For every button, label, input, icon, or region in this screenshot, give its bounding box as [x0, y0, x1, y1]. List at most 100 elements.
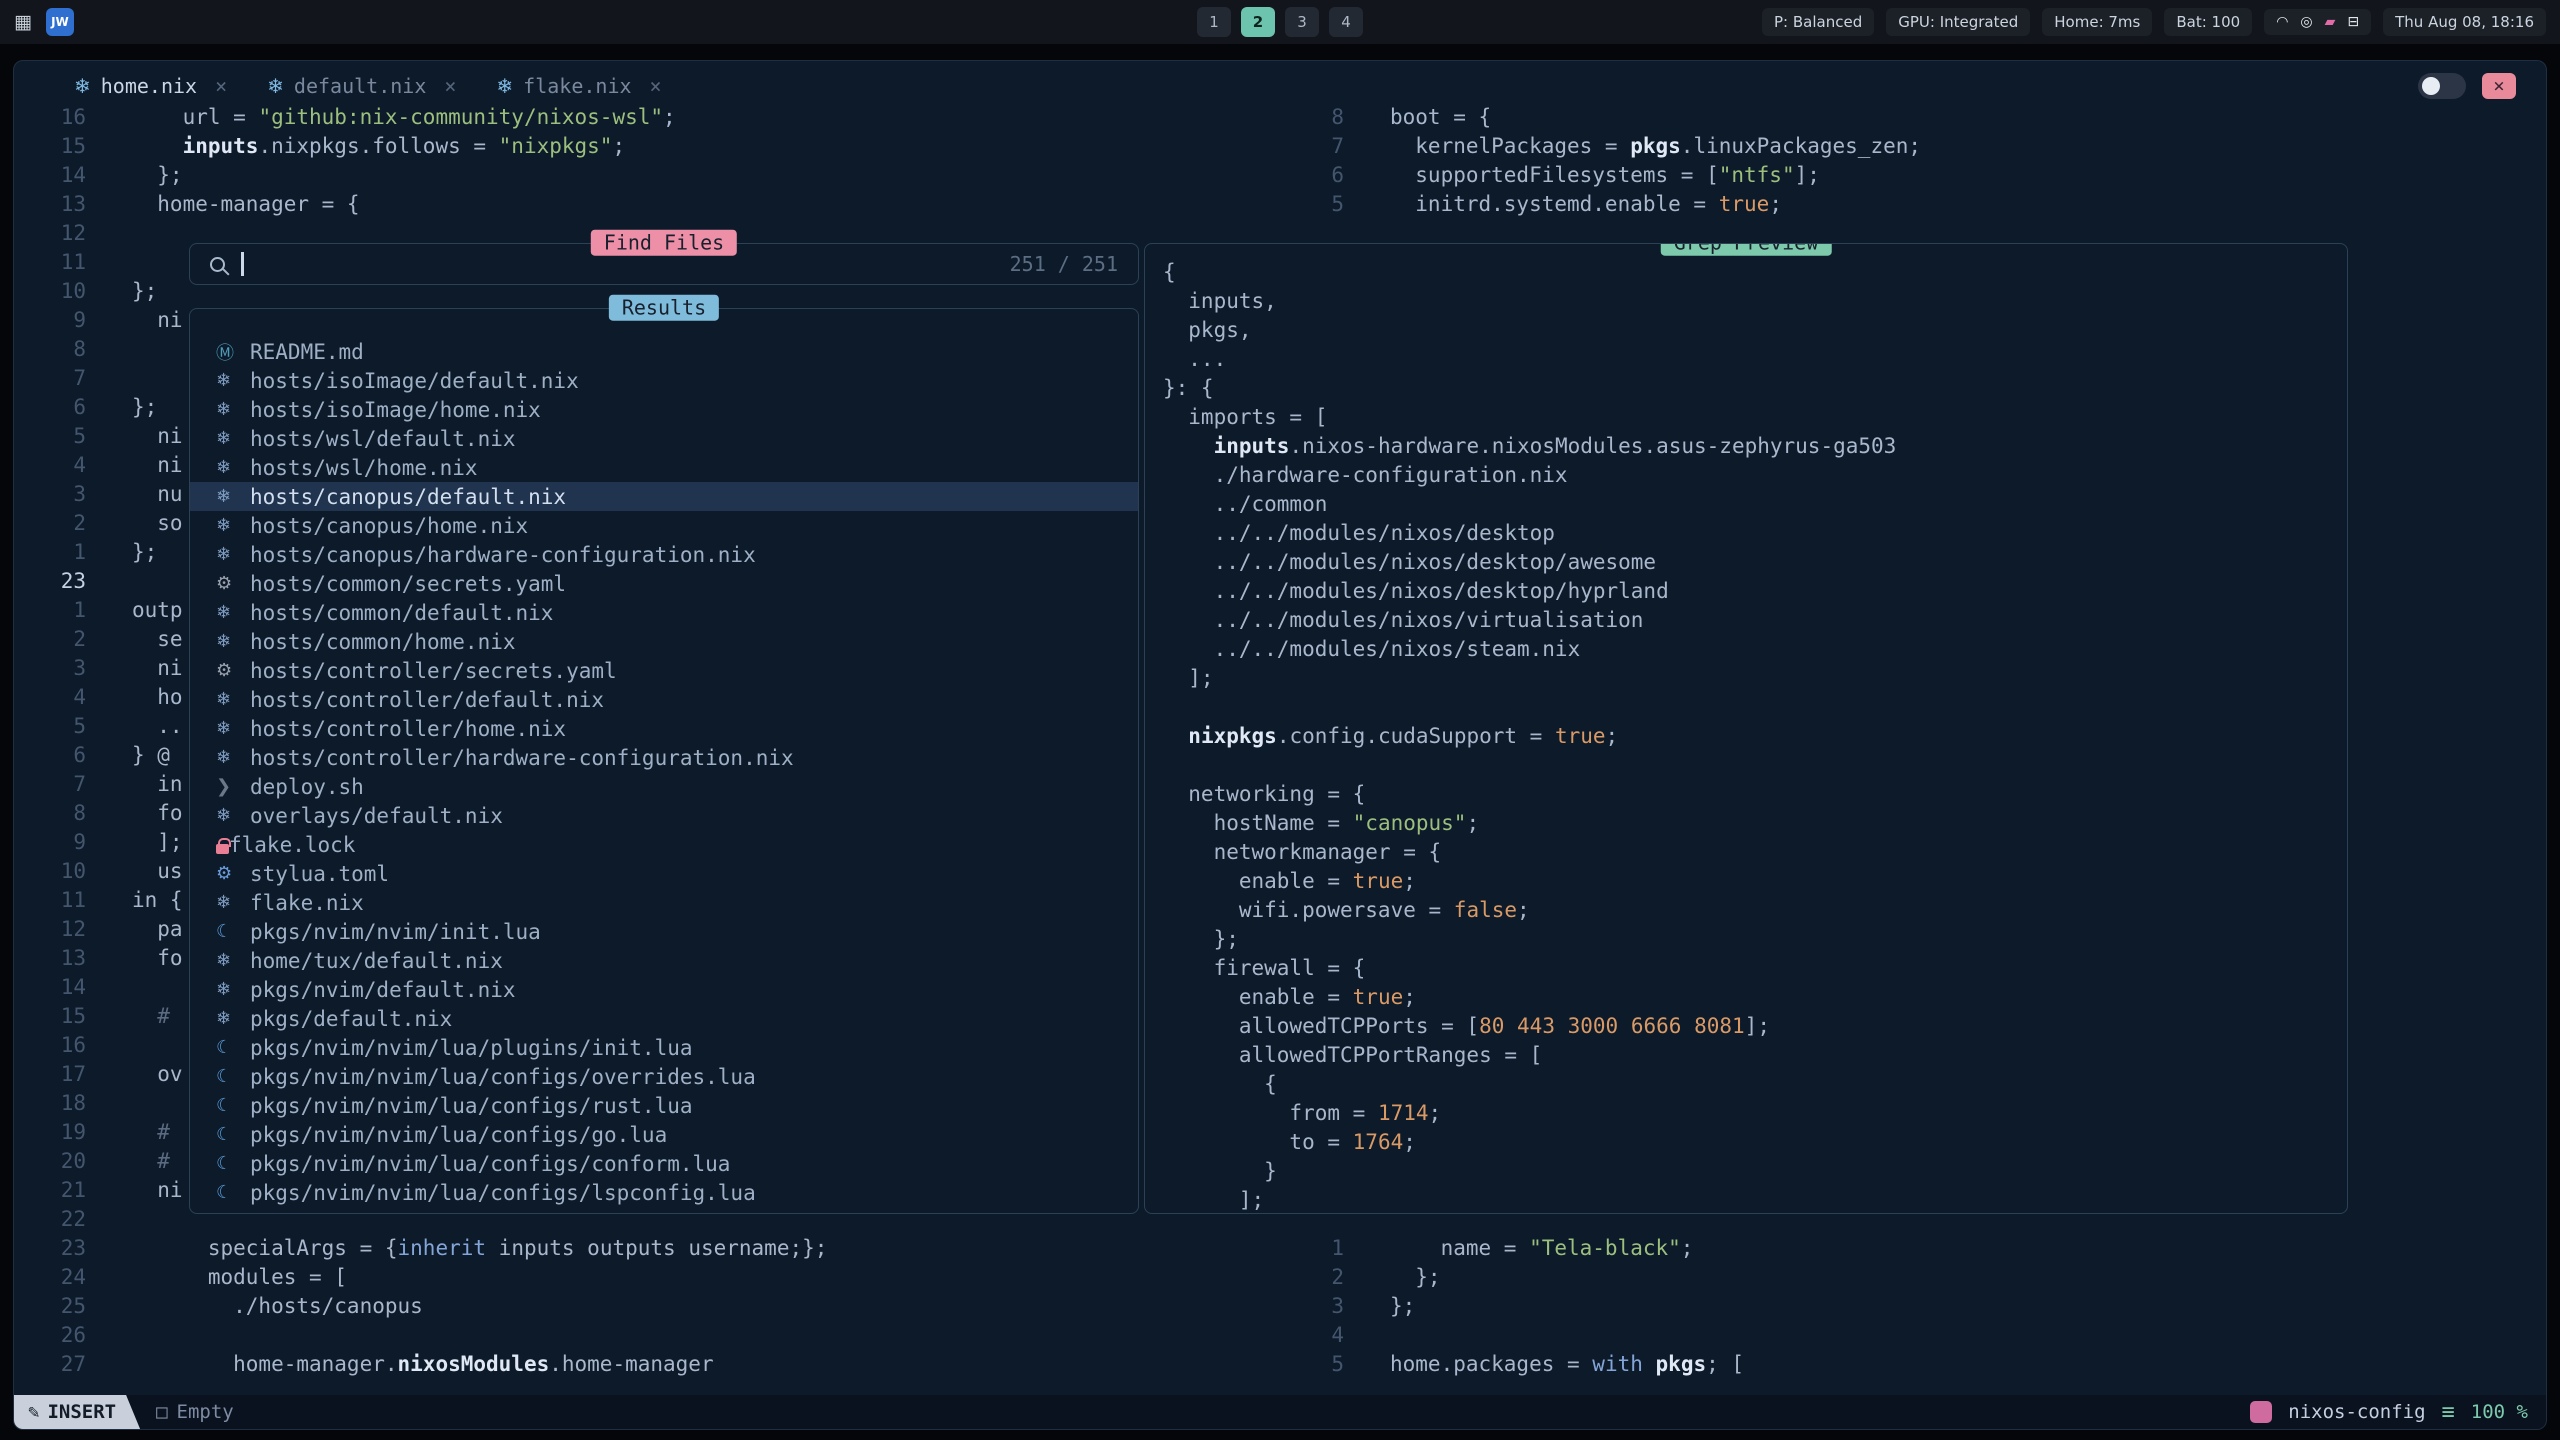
- preview-line: networking = {: [1163, 780, 2347, 809]
- line-number: 11: [14, 886, 86, 915]
- close-window-button[interactable]: ×: [2482, 73, 2516, 99]
- code-line[interactable]: 27 home-manager.nixosModules.home-manage…: [14, 1350, 827, 1379]
- close-tab-icon[interactable]: ×: [650, 74, 662, 98]
- code-text: boot = {: [1390, 103, 1491, 132]
- clock[interactable]: Thu Aug 08, 18:16: [2383, 8, 2546, 36]
- code-text: fo: [132, 944, 183, 973]
- result-item[interactable]: ❄hosts/controller/home.nix: [190, 714, 1138, 743]
- result-item[interactable]: ❄home/tux/default.nix: [190, 946, 1138, 975]
- tray-icon[interactable]: ⊟: [2347, 14, 2359, 30]
- statusline: ✎ INSERT □ Empty nixos-config ≡ 100 %: [14, 1395, 2546, 1429]
- result-path: hosts/canopus/hardware-configuration.nix: [250, 543, 756, 567]
- result-item[interactable]: ⚙stylua.toml: [190, 859, 1138, 888]
- preview-line: ../../modules/nixos/desktop/awesome: [1163, 548, 2347, 577]
- code-text: us: [132, 857, 183, 886]
- result-item[interactable]: ⚙hosts/controller/secrets.yaml: [190, 656, 1138, 685]
- code-line[interactable]: 16 url = "github:nix-community/nixos-wsl…: [14, 103, 827, 132]
- result-item[interactable]: ❄hosts/controller/default.nix: [190, 685, 1138, 714]
- code-line[interactable]: 6 supportedFilesystems = ["ntfs"];: [1272, 161, 1921, 190]
- result-item[interactable]: ☾pkgs/nvim/nvim/lua/configs/conform.lua: [190, 1149, 1138, 1178]
- tab-label: flake.nix: [523, 74, 631, 98]
- result-item[interactable]: ❄hosts/isoImage/default.nix: [190, 366, 1138, 395]
- line-number: 12: [14, 915, 86, 944]
- code-line[interactable]: 24 modules = [: [14, 1263, 827, 1292]
- code-text: };: [132, 538, 157, 567]
- line-number: 8: [14, 799, 86, 828]
- tab-home.nix[interactable]: ❄home.nix×: [74, 74, 227, 98]
- tab-default.nix[interactable]: ❄default.nix×: [267, 74, 456, 98]
- code-line[interactable]: 26: [14, 1321, 827, 1350]
- code-line[interactable]: 1 name = "Tela-black";: [1272, 1234, 1744, 1263]
- result-item[interactable]: ☾pkgs/nvim/nvim/lua/configs/go.lua: [190, 1120, 1138, 1149]
- code-text: in: [132, 770, 183, 799]
- apps-grid-icon[interactable]: ▦: [14, 11, 32, 33]
- code-line[interactable]: 5 initrd.systemd.enable = true;: [1272, 190, 1921, 219]
- code-line[interactable]: 7 kernelPackages = pkgs.linuxPackages_ze…: [1272, 132, 1921, 161]
- preview-line: ./hardware-configuration.nix: [1163, 461, 2347, 490]
- result-path: hosts/controller/secrets.yaml: [250, 659, 617, 683]
- result-item[interactable]: ☾pkgs/nvim/nvim/lua/configs/overrides.lu…: [190, 1062, 1138, 1091]
- result-item[interactable]: ☾pkgs/nvim/nvim/lua/configs/lspconfig.lu…: [190, 1178, 1138, 1207]
- result-item[interactable]: ❄hosts/controller/hardware-configuration…: [190, 743, 1138, 772]
- result-item[interactable]: ❄hosts/common/default.nix: [190, 598, 1138, 627]
- code-line[interactable]: 4: [1272, 1321, 1744, 1350]
- workspace-logo[interactable]: JW: [46, 8, 74, 36]
- result-item[interactable]: ☾pkgs/nvim/nvim/lua/configs/rust.lua: [190, 1091, 1138, 1120]
- tab-flake.nix[interactable]: ❄ flake.nix ×: [496, 74, 661, 98]
- result-item[interactable]: ⓂREADME.md: [190, 337, 1138, 366]
- result-item[interactable]: ❄pkgs/nvim/default.nix: [190, 975, 1138, 1004]
- result-item[interactable]: ❄hosts/isoImage/home.nix: [190, 395, 1138, 424]
- result-item[interactable]: ❄hosts/canopus/default.nix: [190, 482, 1138, 511]
- workspace-4[interactable]: 4: [1329, 7, 1363, 37]
- toggle-icon[interactable]: [2418, 73, 2466, 99]
- status-segment: Bat: 100: [2164, 8, 2252, 36]
- code-line[interactable]: 15 inputs.nixpkgs.follows = "nixpkgs";: [14, 132, 827, 161]
- code-text: se: [132, 625, 183, 654]
- result-item[interactable]: flake.lock: [190, 830, 1138, 859]
- result-item[interactable]: ❄hosts/canopus/home.nix: [190, 511, 1138, 540]
- code-text: supportedFilesystems = ["ntfs"];: [1390, 161, 1820, 190]
- find-files-prompt[interactable]: Find Files 251 / 251: [189, 243, 1139, 285]
- code-line[interactable]: 25 ./hosts/canopus: [14, 1292, 827, 1321]
- result-item[interactable]: ❄hosts/common/home.nix: [190, 627, 1138, 656]
- close-tab-icon[interactable]: ×: [444, 74, 456, 98]
- code-line[interactable]: 2 };: [1272, 1263, 1744, 1292]
- lua-icon: ☾: [216, 1182, 250, 1203]
- code-line[interactable]: 13 home-manager = {: [14, 190, 827, 219]
- result-item[interactable]: ⚙hosts/common/secrets.yaml: [190, 569, 1138, 598]
- result-item[interactable]: ❄hosts/wsl/home.nix: [190, 453, 1138, 482]
- code-line[interactable]: 8boot = {: [1272, 103, 1921, 132]
- result-item[interactable]: ❄pkgs/default.nix: [190, 1004, 1138, 1033]
- code-text: ni: [132, 306, 183, 335]
- lua-icon: ☾: [216, 1066, 250, 1087]
- result-item[interactable]: ☾pkgs/nvim/nvim/init.lua: [190, 917, 1138, 946]
- line-number: 21: [14, 1176, 86, 1205]
- code-line[interactable]: 3};: [1272, 1292, 1744, 1321]
- result-item[interactable]: ❄flake.nix: [190, 888, 1138, 917]
- record-icon[interactable]: ▰: [2325, 14, 2336, 30]
- result-path: pkgs/nvim/nvim/lua/plugins/init.lua: [250, 1036, 693, 1060]
- workspace-3[interactable]: 3: [1285, 7, 1319, 37]
- grep-preview-title: Grep Preview: [1661, 243, 1832, 256]
- result-item[interactable]: ☾pkgs/nvim/nvim/lua/plugins/init.lua: [190, 1033, 1138, 1062]
- editor-pane-right-bottom: 1 name = "Tela-black";2 };3};45home.pack…: [1272, 1234, 1744, 1379]
- code-line[interactable]: 5home.packages = with pkgs; [: [1272, 1350, 1744, 1379]
- result-item[interactable]: ❄hosts/canopus/hardware-configuration.ni…: [190, 540, 1138, 569]
- workspace-1[interactable]: 1: [1197, 7, 1231, 37]
- code-text: inputs.nixpkgs.follows = "nixpkgs";: [132, 132, 625, 161]
- line-number: 23: [14, 1234, 86, 1263]
- workspace-2[interactable]: 2: [1241, 7, 1275, 37]
- preview-line: {: [1163, 258, 2347, 287]
- code-text: ..: [132, 712, 183, 741]
- result-path: hosts/controller/hardware-configuration.…: [250, 746, 794, 770]
- code-line[interactable]: 14 };: [14, 161, 827, 190]
- notification-icon[interactable]: ◎: [2300, 14, 2312, 30]
- result-item[interactable]: ❯deploy.sh: [190, 772, 1138, 801]
- result-path: hosts/common/secrets.yaml: [250, 572, 566, 596]
- result-item[interactable]: ❄overlays/default.nix: [190, 801, 1138, 830]
- code-line[interactable]: 23 specialArgs = {inherit inputs outputs…: [14, 1234, 827, 1263]
- close-tab-icon[interactable]: ×: [215, 74, 227, 98]
- nix-icon: ❄: [496, 74, 513, 98]
- result-item[interactable]: ❄hosts/wsl/default.nix: [190, 424, 1138, 453]
- wifi-icon[interactable]: ◠: [2276, 14, 2288, 30]
